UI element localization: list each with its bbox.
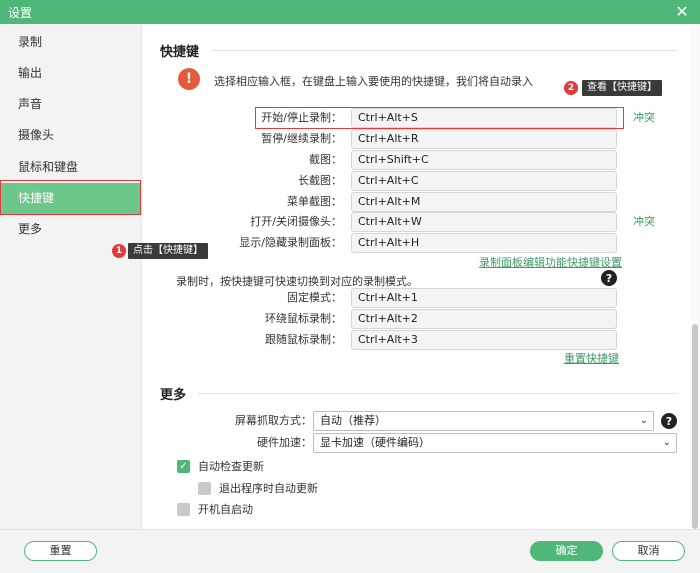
scrollbar-thumb[interactable]	[692, 324, 698, 529]
step-callout: 点击【快捷键】	[128, 243, 208, 259]
hotkey-input-surround-mouse[interactable]: Ctrl+Alt+2	[351, 309, 617, 329]
sidebar: 录制 输出 声音 摄像头 鼠标和键盘 快捷键 更多	[0, 24, 142, 529]
mode-tip: 录制时，按快捷键可快速切换到对应的录制模式。	[176, 275, 418, 288]
auto-update-checkbox[interactable]: ✓	[177, 460, 190, 473]
hotkeys-tip: 选择相应输入框，在键盘上输入要使用的快捷键，我们将自动录入	[214, 75, 533, 88]
panel-hotkey-settings-link[interactable]: 录制面板编辑功能快捷键设置	[479, 254, 622, 270]
hotkey-input-screenshot[interactable]: Ctrl+Shift+C	[351, 150, 617, 170]
capture-label: 屏幕抓取方式：	[235, 414, 312, 427]
cancel-button[interactable]: 取消	[612, 541, 685, 561]
hardware-accel-select[interactable]: 显卡加速（硬件编码） ⌄	[313, 433, 677, 453]
sidebar-item-hotkeys[interactable]: 快捷键	[0, 183, 141, 214]
sidebar-item-audio[interactable]: 声音	[0, 89, 141, 120]
hotkey-label: 暂停/继续录制：	[261, 132, 342, 145]
hotkey-input-long-screenshot[interactable]: Ctrl+Alt+C	[351, 171, 617, 191]
hotkey-input-pause-resume[interactable]: Ctrl+Alt+R	[351, 129, 617, 149]
hotkey-label: 跟随鼠标录制：	[265, 333, 342, 346]
ok-button[interactable]: 确定	[530, 541, 603, 561]
sidebar-item-camera[interactable]: 摄像头	[0, 120, 141, 151]
window-title: 设置	[8, 6, 33, 20]
close-icon[interactable]: ✕	[672, 1, 692, 21]
conflict-label: 冲突	[633, 215, 655, 228]
reset-button[interactable]: 重置	[24, 541, 97, 561]
hotkey-input-camera-toggle[interactable]: Ctrl+Alt+W	[351, 212, 617, 232]
sidebar-item-record[interactable]: 录制	[0, 27, 141, 58]
hotkey-label: 环绕鼠标录制：	[265, 312, 342, 325]
exit-update-label: 退出程序时自动更新	[219, 482, 318, 495]
section-divider	[198, 393, 677, 394]
help-icon[interactable]: ?	[661, 413, 677, 429]
step-callout: 查看【快捷键】	[582, 80, 662, 96]
auto-update-label: 自动检查更新	[198, 460, 264, 473]
capture-method-value: 自动（推荐）	[320, 414, 386, 427]
hotkey-label: 打开/关闭摄像头：	[250, 215, 342, 228]
sidebar-item-output[interactable]: 输出	[0, 58, 141, 89]
hotkey-input-panel-toggle[interactable]: Ctrl+Alt+H	[351, 233, 617, 253]
chevron-down-icon: ⌄	[639, 415, 648, 426]
hotkey-label: 长截图：	[298, 174, 342, 187]
hotkey-label: 固定模式：	[287, 291, 342, 304]
hotkey-input-menu-screenshot[interactable]: Ctrl+Alt+M	[351, 192, 617, 212]
autostart-label: 开机自启动	[198, 503, 253, 516]
section-divider	[212, 50, 677, 51]
hotkey-label: 菜单截图：	[287, 195, 342, 208]
sidebar-item-mouse-keyboard[interactable]: 鼠标和键盘	[0, 152, 141, 183]
exit-update-checkbox[interactable]	[198, 482, 211, 495]
autostart-checkbox[interactable]	[177, 503, 190, 516]
hotkeys-section-title: 快捷键	[160, 45, 200, 60]
accel-label: 硬件加速：	[257, 436, 312, 449]
hotkey-label: 截图：	[309, 153, 342, 166]
chevron-down-icon: ⌄	[662, 437, 671, 448]
footer: 重置 确定 取消	[0, 529, 700, 573]
more-section-title: 更多	[160, 388, 187, 403]
sidebar-item-more[interactable]: 更多	[0, 214, 141, 245]
settings-content: 快捷键 ! 选择相应输入框，在键盘上输入要使用的快捷键，我们将自动录入 开始/停…	[142, 24, 690, 529]
conflict-label: 冲突	[633, 111, 655, 124]
hotkey-input-start-stop[interactable]: Ctrl+Alt+S	[351, 108, 617, 128]
capture-method-select[interactable]: 自动（推荐） ⌄	[313, 411, 654, 431]
step-badge: 1	[112, 244, 126, 258]
step-badge: 2	[564, 81, 578, 95]
help-icon[interactable]: ?	[601, 270, 617, 286]
warning-icon: !	[178, 68, 200, 90]
reset-hotkeys-link[interactable]: 重置快捷键	[564, 350, 619, 366]
hotkey-label: 开始/停止录制：	[261, 111, 342, 124]
hotkey-input-follow-mouse[interactable]: Ctrl+Alt+3	[351, 330, 617, 350]
scrollbar[interactable]	[690, 24, 700, 529]
hotkey-input-fixed-mode[interactable]: Ctrl+Alt+1	[351, 288, 617, 308]
title-bar: 设置 ✕	[0, 0, 700, 24]
hardware-accel-value: 显卡加速（硬件编码）	[320, 436, 430, 449]
